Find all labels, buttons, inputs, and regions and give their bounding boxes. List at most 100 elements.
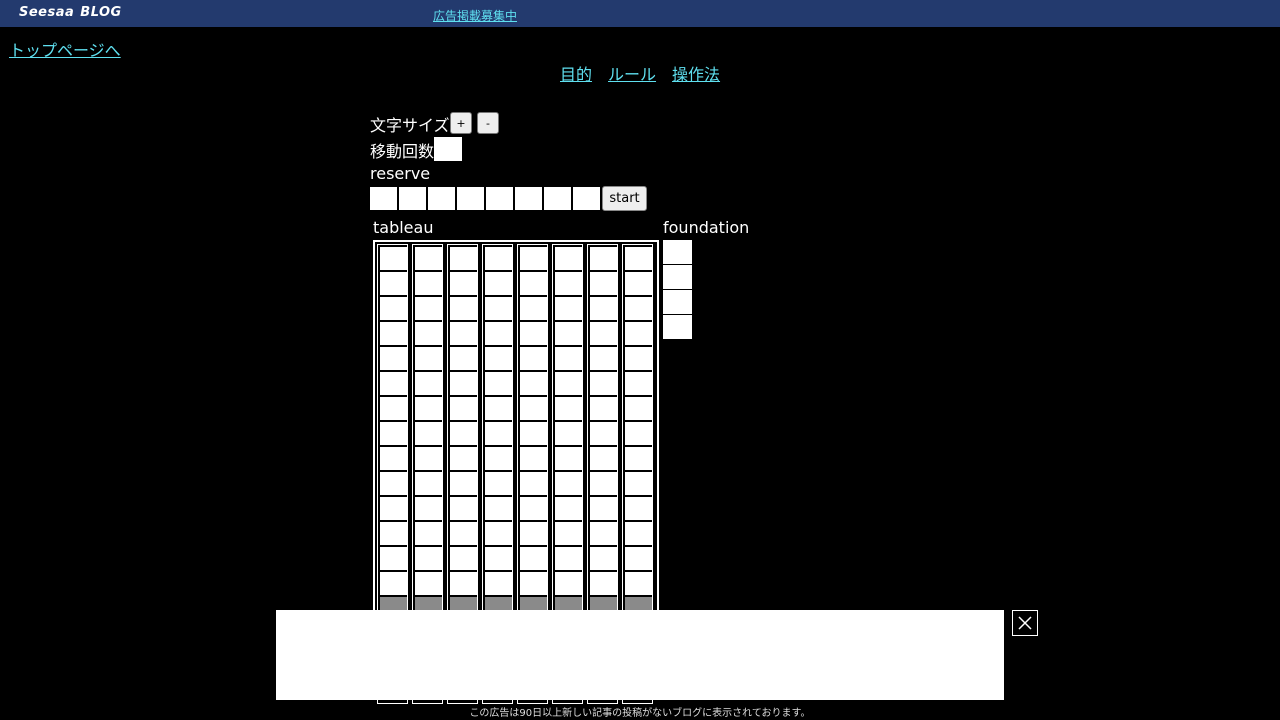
tableau-cell[interactable] — [590, 272, 617, 295]
tableau-cell[interactable] — [415, 247, 442, 270]
font-size-increase-button[interactable]: + — [450, 112, 472, 134]
seesaa-blog-logo[interactable]: Seesaa BLOG — [19, 5, 122, 20]
tableau-cell[interactable] — [520, 472, 547, 495]
tableau-cell[interactable] — [415, 472, 442, 495]
tableau-cell[interactable] — [415, 422, 442, 445]
tableau-cell[interactable] — [380, 272, 407, 295]
tableau-cell[interactable] — [450, 397, 477, 420]
tableau-cell[interactable] — [450, 272, 477, 295]
tableau-cell[interactable] — [520, 372, 547, 395]
tableau-cell[interactable] — [380, 472, 407, 495]
tableau-cell[interactable] — [625, 497, 652, 520]
tableau-cell[interactable] — [520, 422, 547, 445]
tableau-cell[interactable] — [555, 247, 582, 270]
tableau-cell[interactable] — [450, 322, 477, 345]
tableau-cell[interactable] — [555, 497, 582, 520]
tableau-cell[interactable] — [415, 547, 442, 570]
tableau-cell[interactable] — [555, 472, 582, 495]
tableau-cell[interactable] — [415, 322, 442, 345]
start-button[interactable]: start — [602, 186, 647, 211]
tableau-cell[interactable] — [415, 372, 442, 395]
ad-recruit-link[interactable]: 広告掲載募集中 — [433, 7, 517, 24]
tableau-cell[interactable] — [625, 472, 652, 495]
tableau-cell[interactable] — [485, 322, 512, 345]
foundation-slot[interactable] — [663, 240, 692, 264]
font-size-decrease-button[interactable]: - — [477, 112, 499, 134]
tableau-cell[interactable] — [485, 372, 512, 395]
tableau-cell[interactable] — [380, 522, 407, 545]
tableau-cell[interactable] — [450, 497, 477, 520]
reserve-slot[interactable] — [399, 187, 426, 210]
tableau-cell[interactable] — [485, 547, 512, 570]
tableau-cell[interactable] — [590, 397, 617, 420]
foundation-slot[interactable] — [663, 315, 692, 339]
tableau-cell[interactable] — [520, 247, 547, 270]
tableau-cell[interactable] — [520, 297, 547, 320]
tableau-cell[interactable] — [380, 297, 407, 320]
tableau-cell[interactable] — [625, 447, 652, 470]
tableau-cell[interactable] — [415, 397, 442, 420]
tableau-cell[interactable] — [380, 247, 407, 270]
tableau-cell[interactable] — [485, 497, 512, 520]
nav-howto-link[interactable]: 操作法 — [672, 65, 720, 84]
tableau-cell[interactable] — [380, 347, 407, 370]
tableau-cell[interactable] — [520, 522, 547, 545]
tableau-cell[interactable] — [485, 397, 512, 420]
tableau-cell[interactable] — [485, 347, 512, 370]
tableau-cell[interactable] — [415, 497, 442, 520]
reserve-slot[interactable] — [515, 187, 542, 210]
tableau-cell[interactable] — [485, 447, 512, 470]
tableau-cell[interactable] — [555, 447, 582, 470]
tableau-cell[interactable] — [555, 522, 582, 545]
tableau-cell[interactable] — [590, 472, 617, 495]
tableau-cell[interactable] — [555, 347, 582, 370]
tableau-cell[interactable] — [520, 447, 547, 470]
tableau-cell[interactable] — [555, 322, 582, 345]
tableau-cell[interactable] — [520, 322, 547, 345]
reserve-slot[interactable] — [457, 187, 484, 210]
tableau-cell[interactable] — [380, 372, 407, 395]
tableau-cell[interactable] — [485, 272, 512, 295]
tableau-cell[interactable] — [625, 272, 652, 295]
tableau-cell[interactable] — [380, 572, 407, 595]
tableau-cell[interactable] — [450, 297, 477, 320]
reserve-slot[interactable] — [486, 187, 513, 210]
nav-rules-link[interactable]: ルール — [608, 65, 656, 84]
tableau-cell[interactable] — [555, 372, 582, 395]
tableau-cell[interactable] — [625, 572, 652, 595]
tableau-cell[interactable] — [380, 397, 407, 420]
tableau-cell[interactable] — [485, 572, 512, 595]
tableau-cell[interactable] — [485, 472, 512, 495]
reserve-slot[interactable] — [573, 187, 600, 210]
tableau-cell[interactable] — [520, 397, 547, 420]
tableau-cell[interactable] — [520, 272, 547, 295]
tableau-cell[interactable] — [590, 522, 617, 545]
tableau-cell[interactable] — [415, 347, 442, 370]
tableau-cell[interactable] — [625, 422, 652, 445]
tableau-cell[interactable] — [590, 347, 617, 370]
tableau-cell[interactable] — [450, 472, 477, 495]
tableau-cell[interactable] — [625, 397, 652, 420]
tableau-cell[interactable] — [450, 547, 477, 570]
tableau-cell[interactable] — [485, 247, 512, 270]
tableau-cell[interactable] — [625, 372, 652, 395]
tableau-cell[interactable] — [520, 497, 547, 520]
tableau-cell[interactable] — [380, 497, 407, 520]
tableau-cell[interactable] — [450, 447, 477, 470]
foundation-slot[interactable] — [663, 265, 692, 289]
tableau-cell[interactable] — [380, 422, 407, 445]
tableau-cell[interactable] — [520, 347, 547, 370]
tableau-cell[interactable] — [485, 297, 512, 320]
tableau-cell[interactable] — [415, 297, 442, 320]
tableau-cell[interactable] — [590, 297, 617, 320]
tableau-cell[interactable] — [555, 572, 582, 595]
tableau-cell[interactable] — [380, 447, 407, 470]
tableau-cell[interactable] — [555, 272, 582, 295]
tableau-cell[interactable] — [450, 247, 477, 270]
ad-banner[interactable] — [276, 610, 1004, 700]
tableau-cell[interactable] — [485, 422, 512, 445]
tableau-cell[interactable] — [450, 572, 477, 595]
tableau-cell[interactable] — [485, 522, 512, 545]
tableau-cell[interactable] — [590, 322, 617, 345]
tableau-cell[interactable] — [590, 572, 617, 595]
